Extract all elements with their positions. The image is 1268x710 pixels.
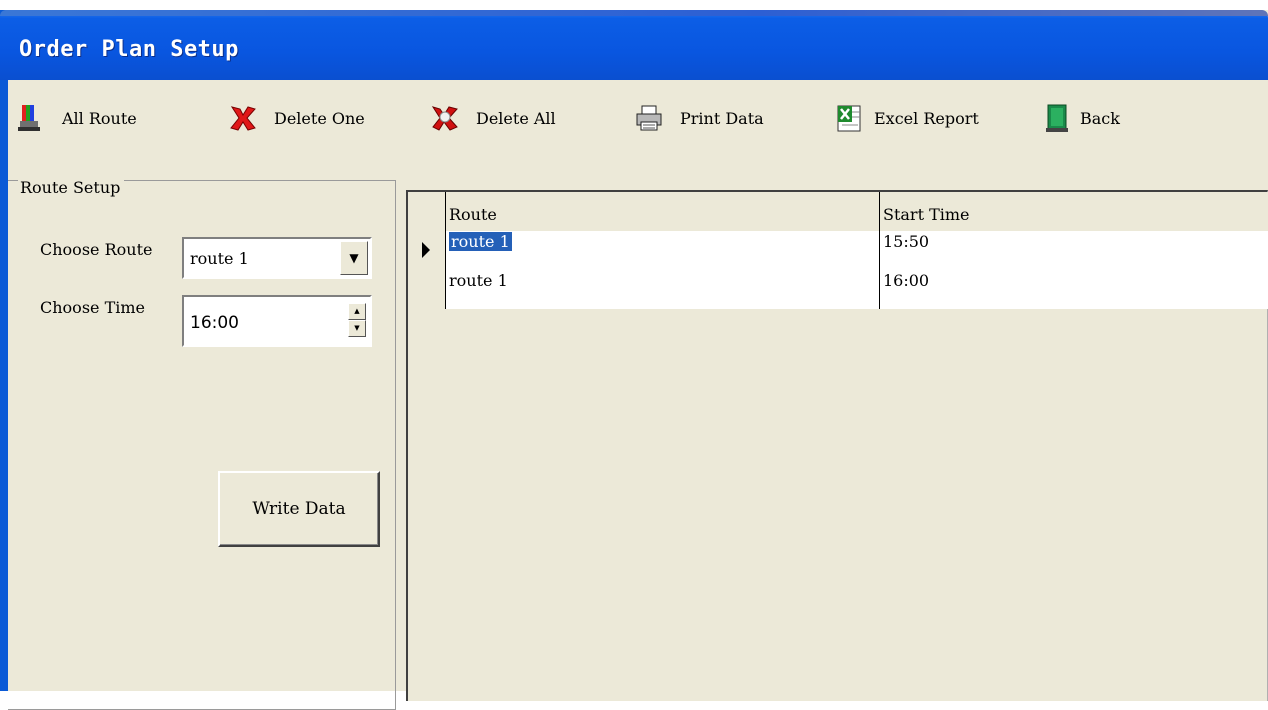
window-title: Order Plan Setup [19,37,239,62]
all-route-button[interactable]: All Route [16,98,137,138]
time-picker[interactable]: 16:00 ▲ ▼ [182,295,372,347]
delete-one-button[interactable]: Delete One [228,98,365,138]
arrow-up-icon: ▲ [354,307,360,315]
cell-route[interactable]: route 1 [446,231,880,270]
toolbar: All Route Delete One Delete All Print Da… [8,98,1268,138]
time-picker-value: 16:00 [190,313,239,333]
choose-route-label: Choose Route [40,240,153,259]
column-header-start-time[interactable]: Start Time [880,192,1268,231]
order-plan-window: Order Plan Setup All Route Delete One De… [0,10,1268,710]
print-data-button[interactable]: Print Data [634,98,764,138]
table-row[interactable]: route 1 15:50 [408,231,1268,270]
delete-one-icon [230,106,256,131]
cell-route-text: route 1 [449,232,512,251]
back-label: Back [1080,108,1120,128]
grid-header-indicator [408,192,446,231]
choose-time-label: Choose Time [40,298,146,317]
time-spinner: ▲ ▼ [348,303,366,339]
cell-start-time[interactable]: 15:50 [880,231,1268,270]
printer-icon [636,105,662,131]
back-button[interactable]: Back [1042,98,1120,138]
print-data-label: Print Data [680,108,764,128]
excel-report-label: Excel Report [874,108,979,128]
all-route-label: All Route [62,108,137,128]
route-setup-legend: Route Setup [18,178,125,197]
excel-report-button[interactable]: Excel Report [834,98,979,138]
time-up-button[interactable]: ▲ [348,303,366,320]
route-combobox[interactable]: route 1 ▼ [182,237,372,279]
arrow-down-icon: ▼ [354,324,360,332]
all-route-icon [18,105,40,131]
back-icon [1046,104,1068,132]
current-row-arrow-icon [422,242,430,258]
grid-header-row: Route Start Time [408,192,1268,231]
time-down-button[interactable]: ▼ [348,320,366,337]
row-indicator[interactable] [408,270,446,309]
column-header-route[interactable]: Route [446,192,880,231]
delete-all-button[interactable]: Delete All [430,98,556,138]
cell-route[interactable]: route 1 [446,270,880,309]
route-dropdown-button[interactable]: ▼ [340,241,368,275]
row-indicator[interactable] [408,231,446,270]
delete-one-label: Delete One [274,108,365,128]
title-bar[interactable]: Order Plan Setup [0,10,1268,80]
table-row[interactable]: route 1 16:00 [408,270,1268,309]
write-data-button[interactable]: Write Data [218,471,380,547]
chevron-down-icon: ▼ [349,251,359,265]
route-grid[interactable]: Route Start Time route 1 15:50 route 1 1… [406,190,1268,701]
cell-start-time[interactable]: 16:00 [880,270,1268,309]
delete-all-icon [431,106,458,131]
excel-icon [837,105,861,132]
delete-all-label: Delete All [476,108,556,128]
route-combobox-value: route 1 [190,249,249,268]
